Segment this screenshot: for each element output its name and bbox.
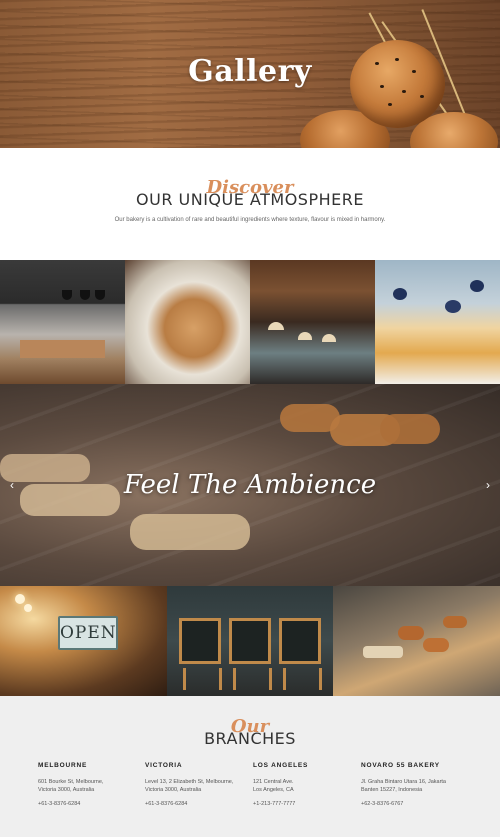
gallery-image-bread-basket[interactable] bbox=[125, 260, 250, 384]
gallery-image-menu-boards[interactable] bbox=[167, 586, 333, 696]
branch-phone[interactable]: +61-3-8376-6284 bbox=[38, 801, 143, 807]
gallery-image-open-sign[interactable]: OPEN bbox=[0, 586, 167, 696]
menu-board bbox=[229, 618, 271, 664]
branch-city: MELBOURNE bbox=[38, 762, 88, 769]
open-sign: OPEN bbox=[58, 616, 118, 650]
branch-card-los-angeles: LOS ANGELES 121 Central Ave. Los Angeles… bbox=[253, 762, 358, 807]
branch-address: 121 Central Ave. Los Angeles, CA bbox=[253, 779, 294, 793]
branch-phone[interactable]: +1-213-777-7777 bbox=[253, 801, 358, 807]
hero-banner: Gallery bbox=[0, 0, 500, 148]
section-description: Our bakery is a cultivation of rare and … bbox=[114, 217, 386, 223]
branch-phone[interactable]: +62-3-8376-6767 bbox=[361, 801, 466, 807]
gallery-image-pastry-display[interactable] bbox=[333, 586, 500, 696]
branches-section: Our BRANCHES MELBOURNE 601 Bourke St, Me… bbox=[0, 696, 500, 837]
branch-card-melbourne: MELBOURNE 601 Bourke St, Melbourne, Vict… bbox=[38, 762, 143, 807]
section-heading: BRANCHES bbox=[204, 729, 296, 748]
gallery-image-cafe-hall[interactable] bbox=[250, 260, 375, 384]
branch-card-victoria: VICTORIA Level 13, 2 Elizabeth St, Melbo… bbox=[145, 762, 250, 807]
section-heading: OUR UNIQUE ATMOSPHERE bbox=[136, 190, 364, 209]
gallery-image-berry-pastry[interactable] bbox=[375, 260, 500, 384]
menu-board bbox=[179, 618, 221, 664]
ambience-slider[interactable]: ‹ › Feel The Ambience bbox=[0, 384, 500, 586]
gallery-image-bakery-interior[interactable] bbox=[0, 260, 125, 384]
slider-caption: Feel The Ambience bbox=[123, 470, 377, 500]
branch-address: Jl. Graha Bintaro Utara 16, Jakarta Bant… bbox=[361, 779, 446, 793]
menu-board bbox=[279, 618, 321, 664]
branch-address: Level 13, 2 Elizabeth St, Melbourne, Vic… bbox=[145, 779, 234, 793]
page-title: Gallery bbox=[188, 54, 312, 89]
branch-card-novaro-55: NOVARO 55 BAKERY Jl. Graha Bintaro Utara… bbox=[361, 762, 466, 807]
branch-city: VICTORIA bbox=[145, 762, 183, 769]
branch-address: 601 Bourke St, Melbourne, Victoria 3000,… bbox=[38, 779, 104, 793]
branch-phone[interactable]: +61-3-8376-6284 bbox=[145, 801, 250, 807]
branch-city: NOVARO 55 BAKERY bbox=[361, 762, 440, 769]
atmosphere-section: Discover OUR UNIQUE ATMOSPHERE Our baker… bbox=[0, 148, 500, 260]
branch-city: LOS ANGELES bbox=[253, 762, 309, 769]
